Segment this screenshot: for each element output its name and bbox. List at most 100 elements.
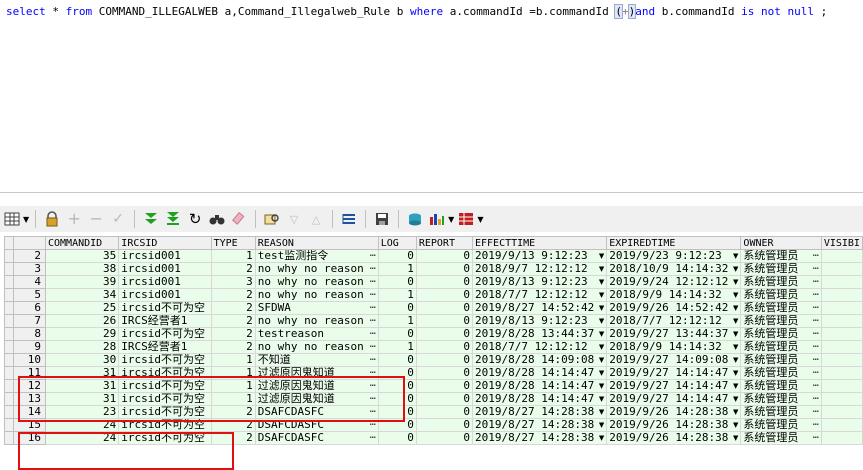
cell-reason[interactable]: 过滤原因鬼知道… [254, 392, 379, 406]
row-number[interactable]: 5 [13, 288, 46, 302]
row-number[interactable]: 11 [13, 366, 46, 380]
ellipsis-button-icon[interactable]: … [813, 420, 819, 430]
chevron-down-icon[interactable]: ▼ [733, 368, 738, 379]
cell-owner[interactable]: 系统管理员… [740, 418, 822, 432]
cell-report[interactable]: 0 [415, 327, 473, 341]
chevron-down-icon[interactable]: ▼ [599, 316, 604, 327]
cell-report[interactable]: 0 [415, 301, 473, 315]
chart-icon[interactable] [427, 209, 447, 229]
cell-type[interactable]: 2 [210, 288, 256, 302]
chevron-down-icon[interactable]: ▼ [733, 355, 738, 366]
cell-report[interactable]: 0 [415, 405, 473, 419]
cell-expiredtime[interactable]: 2019/9/26 14:28:38 ▼ [606, 418, 742, 432]
cell-reason[interactable]: testreason… [254, 327, 379, 341]
cell-report[interactable]: 0 [415, 418, 473, 432]
cell-expiredtime[interactable]: 2019/9/26 14:28:38 ▼ [606, 405, 742, 419]
ellipsis-button-icon[interactable]: … [813, 264, 819, 274]
cell-visibi[interactable] [820, 366, 863, 380]
cell-owner[interactable]: 系统管理员… [740, 431, 822, 445]
row-number[interactable]: 3 [13, 262, 46, 276]
cell-effecttime[interactable]: 2019/8/28 14:14:47 ▼ [471, 366, 608, 380]
record-view-icon[interactable] [339, 209, 359, 229]
cell-log[interactable]: 0 [377, 392, 417, 406]
cell-reason[interactable]: 过滤原因鬼知道… [254, 366, 379, 380]
table-row[interactable]: 12 31 ircsid不可为空 1 过滤原因鬼知道… 0 0 2019/8/28 14:14… [4, 379, 863, 393]
cell-ircsid[interactable]: ircsid不可为空 [118, 366, 212, 380]
cell-ircsid[interactable]: IRCS经营者1 [118, 340, 212, 354]
row-number[interactable]: 8 [13, 327, 46, 341]
cell-expiredtime[interactable]: 2019/9/27 14:09:08 ▼ [606, 353, 742, 367]
cell-owner[interactable]: 系统管理员… [740, 340, 822, 354]
cell-reason[interactable]: no why no reason… [254, 262, 379, 276]
cell-commandid[interactable]: 39 [44, 275, 120, 289]
table-row[interactable]: 7 26 IRCS经营者1 2 no why no reason… 1 0 2019/8/13… [4, 314, 863, 328]
cell-log[interactable]: 1 [377, 340, 417, 354]
row-gutter[interactable] [4, 262, 15, 276]
cell-commandid[interactable]: 24 [44, 431, 120, 445]
ellipsis-button-icon[interactable]: … [813, 368, 819, 378]
column-header-owner[interactable]: OWNER [740, 236, 822, 250]
chevron-down-icon[interactable]: ▼ [733, 277, 738, 288]
cell-commandid[interactable]: 23 [44, 405, 120, 419]
cell-reason[interactable]: 过滤原因鬼知道… [254, 379, 379, 393]
ellipsis-button-icon[interactable]: … [813, 355, 819, 365]
cell-expiredtime[interactable]: 2019/9/26 14:52:42 ▼ [606, 301, 742, 315]
chevron-down-icon[interactable]: ▼ [599, 355, 604, 366]
cell-expiredtime[interactable]: 2019/9/27 14:14:47 ▼ [606, 366, 742, 380]
cell-reason[interactable]: test监测指令… [254, 249, 379, 263]
cell-expiredtime[interactable]: 2019/9/24 12:12:12 ▼ [606, 275, 742, 289]
cell-visibi[interactable] [820, 314, 863, 328]
row-number[interactable]: 10 [13, 353, 46, 367]
cell-owner[interactable]: 系统管理员… [740, 275, 822, 289]
cell-report[interactable]: 0 [415, 288, 473, 302]
row-gutter[interactable] [4, 327, 15, 341]
clear-icon[interactable] [229, 209, 249, 229]
chevron-down-icon[interactable]: ▼ [599, 251, 604, 262]
cell-type[interactable]: 2 [210, 418, 256, 432]
cell-effecttime[interactable]: 2018/9/7 12:12:12 ▼ [471, 262, 608, 276]
cell-ircsid[interactable]: ircsid不可为空 [118, 418, 212, 432]
chevron-down-icon[interactable]: ▼ [733, 329, 738, 340]
chevron-down-icon[interactable]: ▼ [733, 394, 738, 405]
cell-commandid[interactable]: 24 [44, 418, 120, 432]
column-header-effecttime[interactable]: EFFECTTIME [471, 236, 608, 250]
ellipsis-button-icon[interactable]: … [813, 394, 819, 404]
cell-reason[interactable]: no why no reason… [254, 340, 379, 354]
cell-type[interactable]: 2 [210, 327, 256, 341]
cell-effecttime[interactable]: 2018/7/7 12:12:12 ▼ [471, 340, 608, 354]
cell-visibi[interactable] [820, 431, 863, 445]
chevron-down-icon[interactable]: ▼ [599, 407, 604, 418]
refresh-icon[interactable]: ↻ [185, 209, 205, 229]
row-gutter[interactable] [4, 353, 15, 367]
cell-owner[interactable]: 系统管理员… [740, 366, 822, 380]
cell-reason[interactable]: no why no reason… [254, 314, 379, 328]
cell-ircsid[interactable]: IRCS经营者1 [118, 314, 212, 328]
cell-report[interactable]: 0 [415, 353, 473, 367]
cell-ircsid[interactable]: ircsid001 [118, 275, 212, 289]
chevron-down-icon[interactable]: ▼ [733, 303, 738, 314]
cell-type[interactable]: 3 [210, 275, 256, 289]
cell-effecttime[interactable]: 2019/8/27 14:28:38 ▼ [471, 431, 608, 445]
cell-report[interactable]: 0 [415, 262, 473, 276]
chevron-down-icon[interactable]: ▼ [733, 433, 738, 444]
ellipsis-button-icon[interactable]: … [370, 420, 376, 430]
table-row[interactable]: 16 24 ircsid不可为空 2 DSAFCDASFC… 0 0 2019/8/27 14… [4, 431, 863, 445]
row-gutter[interactable] [4, 392, 15, 406]
cell-log[interactable]: 0 [377, 431, 417, 445]
cell-expiredtime[interactable]: 2019/9/27 13:44:37 ▼ [606, 327, 742, 341]
cell-ircsid[interactable]: ircsid不可为空 [118, 301, 212, 315]
cell-effecttime[interactable]: 2019/8/27 14:52:42 ▼ [471, 301, 608, 315]
cell-visibi[interactable] [820, 275, 863, 289]
fetch-last-icon[interactable] [163, 209, 183, 229]
cell-reason[interactable]: 不知道… [254, 353, 379, 367]
cell-owner[interactable]: 系统管理员… [740, 405, 822, 419]
sql-statement[interactable]: select * from COMMAND_ILLEGALWEB a,Comma… [6, 4, 827, 19]
cell-commandid[interactable]: 38 [44, 262, 120, 276]
chevron-down-icon[interactable]: ▼ [733, 264, 738, 275]
cell-report[interactable]: 0 [415, 249, 473, 263]
cell-owner[interactable]: 系统管理员… [740, 288, 822, 302]
cell-effecttime[interactable]: 2019/8/28 14:14:47 ▼ [471, 379, 608, 393]
cell-log[interactable]: 0 [377, 327, 417, 341]
cell-ircsid[interactable]: ircsid不可为空 [118, 327, 212, 341]
column-header-ircsid[interactable]: IRCSID [118, 236, 212, 250]
